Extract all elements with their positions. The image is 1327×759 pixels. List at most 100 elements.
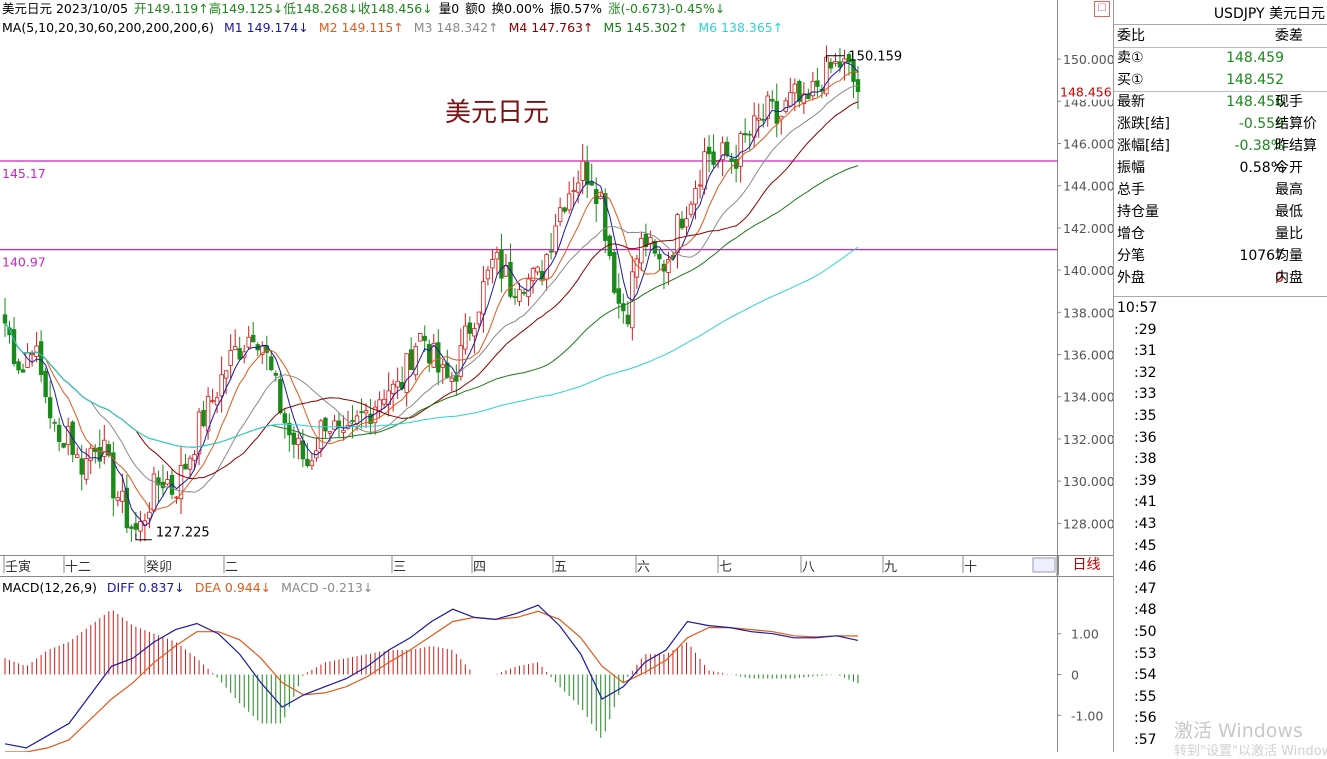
tick-time: :38 (1134, 451, 1157, 468)
month-label: 七 (719, 560, 732, 575)
timeframe-button[interactable]: 日线 (1058, 556, 1114, 575)
macd-dea: DEA 0.944↓ (194, 580, 272, 595)
ma-m1: M1 149.174↓ (223, 20, 309, 35)
tick-time: 10:57 (1117, 300, 1158, 316)
ma-m4: M4 147.763↑ (508, 20, 594, 35)
macd-tick-label: 1.00 (1071, 627, 1099, 642)
quote-right-label: 最高 (1275, 182, 1303, 198)
kline-chart-svg[interactable]: 128.000 130.000 132.000 134.000 136.000 138.0… (0, 0, 1113, 752)
macd-tick-label: -1.00 (1071, 708, 1103, 723)
quote-label: 委比 (1117, 28, 1145, 44)
candle-body (742, 133, 748, 136)
month-label: 九 (884, 560, 897, 575)
candle-body (11, 329, 17, 365)
tick-time: :31 (1134, 343, 1157, 360)
hline-label-1: 140.97 (2, 255, 46, 270)
open-value: 开149.119↑ (134, 1, 209, 16)
candle-body (359, 411, 364, 414)
candle-body (223, 370, 229, 379)
tick-time: :35 (1134, 408, 1157, 424)
candle-body (323, 417, 328, 432)
close-value: 收148.456↓ (358, 1, 433, 16)
candle-body (490, 259, 495, 269)
candle-body (427, 344, 432, 364)
macd-tick-label: 0 (1071, 668, 1079, 683)
quote-label: 买① (1117, 72, 1144, 88)
candle-body (634, 258, 640, 278)
quote-row: 涨跌[结] -0.559 结算价 (1114, 113, 1327, 135)
candle-body (219, 374, 224, 397)
quote-value: 148.459 (1226, 50, 1284, 66)
candle-body (508, 261, 513, 297)
quote-right-label: 今开 (1275, 160, 1303, 176)
tick-time: :41 (1134, 494, 1157, 511)
candle-body (395, 380, 400, 388)
settings-icon[interactable]: ☐ (1094, 1, 1110, 17)
candle-body (544, 254, 549, 280)
price-tick-label: 150.000 (1063, 52, 1113, 67)
quote-label: 振幅 (1117, 160, 1145, 176)
kline-chart-area[interactable]: 128.000 130.000 132.000 134.000 136.000 138.0… (0, 0, 1113, 752)
tick-time: :50 (1134, 624, 1157, 640)
macd-histogram (4, 610, 859, 738)
candle-body (499, 249, 504, 279)
candle-body (201, 409, 206, 427)
candle-body (278, 379, 283, 414)
candle-body (575, 182, 581, 193)
candle-body (679, 218, 685, 229)
candle-body (476, 311, 482, 325)
candle-body (43, 370, 48, 398)
macd-label: MACD(12,26,9) (2, 580, 97, 595)
candle-body (309, 460, 315, 467)
month-label: 癸卯 (146, 560, 172, 575)
candle-body (657, 253, 662, 260)
quote-row: 卖① 148.459 (1114, 47, 1327, 69)
min-value-label: 127.225 (156, 526, 210, 541)
month-label: 六 (637, 560, 650, 575)
candle-body (738, 133, 743, 167)
quote-row: 持仓量 最低 (1114, 201, 1327, 223)
tick-time: :56 (1134, 710, 1157, 727)
amplitude-value: 振0.57% (549, 1, 603, 16)
amount-value: 额0 (465, 1, 486, 16)
price-tick-label: 134.000 (1063, 390, 1113, 405)
candle-body (607, 235, 612, 257)
tick-time: :48 (1134, 602, 1157, 619)
candle-body (16, 361, 21, 371)
candle-body (120, 490, 125, 502)
candle-body (436, 342, 441, 373)
candle-body (548, 250, 554, 253)
quote-label: 涨跌[结] (1117, 116, 1170, 132)
quote-right-label: 现手 (1275, 94, 1303, 110)
candle-body (675, 214, 680, 254)
candle-body (29, 353, 35, 356)
candle-body (79, 458, 84, 475)
candle-body (562, 207, 567, 212)
symbol-bar: USDJPY 美元日元 (1114, 0, 1327, 25)
price-tick-label: 132.000 (1063, 432, 1113, 447)
quote-right-label: 量比 (1275, 226, 1303, 242)
candle-body (296, 437, 301, 446)
candle-body (52, 421, 57, 424)
candle-body (589, 181, 594, 186)
candle-body (472, 328, 477, 337)
quote-label: 持仓量 (1117, 204, 1159, 220)
ma-line-m2 (4, 71, 859, 511)
candle-body (408, 349, 414, 371)
candle-body (684, 218, 689, 228)
tick-time: :45 (1134, 537, 1157, 554)
last-price-label: 148.456 (1060, 85, 1112, 100)
candle-body (530, 268, 536, 282)
candle-body (842, 58, 847, 63)
candle-body (521, 291, 527, 294)
price-tick-label: 142.000 (1063, 221, 1113, 236)
chart-watermark-title: 美元日元 (445, 98, 550, 128)
windows-activation-hint: 转到"设置"以激活 Windows。 (1174, 744, 1327, 759)
candle-body (282, 413, 288, 424)
candle-body (350, 420, 355, 422)
candles-group (2, 45, 861, 542)
quote-row: 委比 委差 (1114, 25, 1327, 48)
candle-body (571, 190, 576, 192)
candle-body (115, 497, 121, 501)
candle-body (165, 479, 170, 485)
